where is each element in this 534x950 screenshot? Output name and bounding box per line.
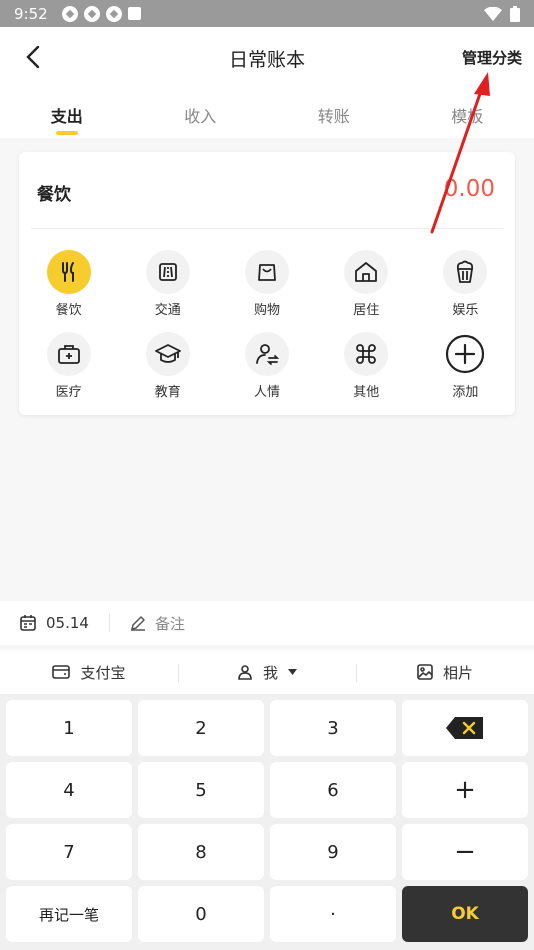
person-transfer-icon [256,344,280,365]
key-8[interactable]: 8 [138,824,264,880]
calendar-icon [20,615,36,631]
notification-icon [83,5,100,22]
amount-display: 餐饮 0.00 [31,152,503,229]
photo-button[interactable]: 相片 [356,662,534,683]
key-4[interactable]: 4 [6,762,132,818]
category-item-other[interactable]: 其他 [317,332,416,400]
tab-income[interactable]: 收入 [134,89,268,138]
cutlery-icon [61,262,74,282]
ok-key[interactable]: OK [402,886,528,942]
home-icon [355,262,378,282]
member-selector[interactable]: 我 [178,662,356,683]
app-notification-icon [127,7,141,20]
header: 日常账本 管理分类 [0,27,534,89]
date-value: 05.14 [46,614,89,632]
command-icon [356,344,377,364]
backspace-key[interactable] [402,700,528,756]
key-2[interactable]: 2 [138,700,264,756]
key-9[interactable]: 9 [270,824,396,880]
tab-bar: 支出 收入 转账 模板 [0,89,534,138]
minus-key[interactable]: − [402,824,528,880]
category-item-housing[interactable]: 居住 [317,250,416,318]
account-selector[interactable]: 支付宝 [0,662,178,683]
medical-kit-icon [57,345,80,364]
road-icon [158,263,177,281]
member-label: 我 [262,663,278,682]
note-input[interactable]: 备注 [108,614,185,633]
edit-pen-icon [130,616,145,631]
add-circle-icon [446,334,485,374]
shopping-bag-icon [258,264,276,281]
account-label: 支付宝 [80,663,126,682]
user-icon [238,665,252,680]
record-again-key[interactable]: 再记一笔 [6,886,132,942]
date-picker[interactable]: 05.14 [19,614,89,632]
category-item-transport[interactable]: 交通 [118,250,217,318]
category-item-gifts[interactable]: 人情 [217,332,316,400]
page-title: 日常账本 [228,49,305,71]
key-5[interactable]: 5 [138,762,264,818]
caret-down-icon [288,669,297,675]
tab-expense[interactable]: 支出 [0,89,134,138]
key-1[interactable]: 1 [6,700,132,756]
plus-key[interactable]: + [402,762,528,818]
key-7[interactable]: 7 [6,824,132,880]
battery-icon [510,5,520,22]
status-bar: 9:52 [0,0,534,27]
category-card: 餐饮 0.00 餐饮 交通 购物 居住 娱乐 医疗 教育 人情 其他 添加 [19,152,515,415]
amount-value: 0.00 [443,176,495,202]
note-placeholder: 备注 [154,614,185,633]
category-item-add[interactable]: 添加 [416,332,515,400]
category-item-shopping[interactable]: 购物 [217,250,316,318]
photo-label: 相片 [442,663,473,682]
manage-categories-button[interactable]: 管理分类 [462,47,522,68]
decimal-key[interactable]: · [270,886,396,942]
category-item-dining[interactable]: 餐饮 [19,250,118,318]
tab-template[interactable]: 模板 [401,89,534,138]
keypad: 1 2 3 4 5 6 + 7 8 9 − 再记一笔 0 · OK [0,694,534,950]
payment-row: 支付宝 我 相片 [0,650,534,694]
category-item-education[interactable]: 教育 [118,332,217,400]
wallet-icon [52,665,71,679]
key-6[interactable]: 6 [270,762,396,818]
category-item-entertainment[interactable]: 娱乐 [416,250,515,318]
notification-icon [105,5,122,22]
tab-indicator [55,131,78,135]
graduation-cap-icon [154,344,181,363]
image-icon [417,664,433,680]
selected-category: 餐饮 [37,185,71,205]
key-3[interactable]: 3 [270,700,396,756]
meta-row: 05.14 备注 [0,601,534,645]
status-time: 9:52 [14,4,48,23]
key-0[interactable]: 0 [138,886,264,942]
category-grid: 餐饮 交通 购物 居住 娱乐 医疗 教育 人情 其他 添加 [19,250,515,400]
tab-transfer[interactable]: 转账 [267,89,401,138]
backspace-icon [446,717,483,739]
notification-icon [61,5,78,22]
category-item-medical[interactable]: 医疗 [19,332,118,400]
popcorn-icon [457,260,474,283]
wifi-icon [484,6,502,21]
